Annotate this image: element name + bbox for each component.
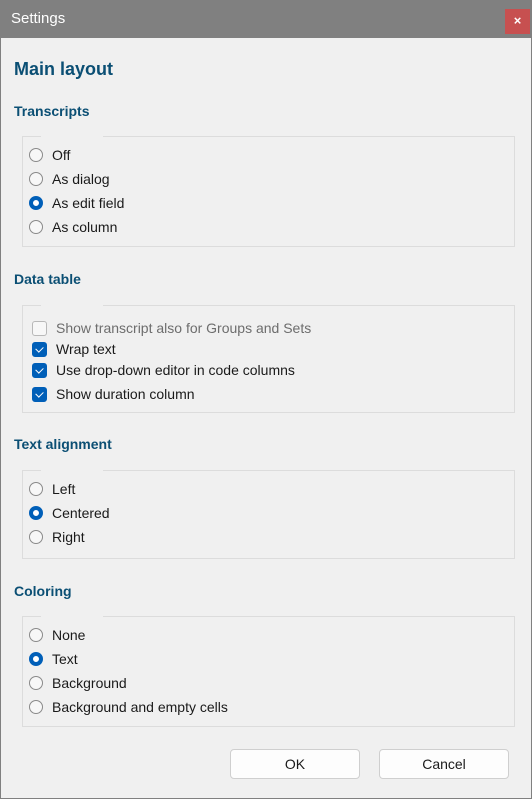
radio-align-centered[interactable]: Centered bbox=[29, 503, 110, 523]
checkbox-checked-icon[interactable] bbox=[32, 362, 47, 378]
radio-icon[interactable] bbox=[29, 172, 43, 186]
radio-transcripts-as-dialog[interactable]: As dialog bbox=[29, 169, 110, 189]
radio-coloring-background[interactable]: Background bbox=[29, 673, 127, 693]
checkbox-checked-icon[interactable] bbox=[32, 386, 47, 402]
data-table-group: Show transcript also for Groups and Sets… bbox=[22, 305, 515, 413]
checkbox-show-duration-column[interactable]: Show duration column bbox=[32, 384, 195, 404]
coloring-heading: Coloring bbox=[14, 583, 72, 599]
radio-align-right[interactable]: Right bbox=[29, 527, 85, 547]
radio-icon[interactable] bbox=[29, 482, 43, 496]
radio-coloring-text[interactable]: Text bbox=[29, 649, 78, 669]
window-title: Settings bbox=[11, 10, 66, 27]
close-button[interactable]: × bbox=[505, 9, 530, 34]
radio-selected-icon[interactable] bbox=[29, 652, 43, 666]
radio-icon[interactable] bbox=[29, 148, 43, 162]
radio-selected-icon[interactable] bbox=[29, 506, 43, 520]
radio-icon[interactable] bbox=[29, 676, 43, 690]
transcripts-heading: Transcripts bbox=[14, 103, 90, 119]
radio-icon[interactable] bbox=[29, 220, 43, 234]
close-icon: × bbox=[513, 13, 522, 28]
radio-coloring-background-empty-cells[interactable]: Background and empty cells bbox=[29, 697, 228, 717]
checkbox-wrap-text[interactable]: Wrap text bbox=[32, 339, 116, 359]
radio-selected-icon[interactable] bbox=[29, 196, 43, 210]
text-alignment-group: Left Centered Right bbox=[22, 470, 515, 559]
radio-icon[interactable] bbox=[29, 530, 43, 544]
page-title: Main layout bbox=[14, 59, 114, 79]
radio-transcripts-as-column[interactable]: As column bbox=[29, 217, 117, 237]
title-bar: Settings × bbox=[0, 0, 532, 38]
cancel-button[interactable]: Cancel bbox=[379, 749, 509, 779]
radio-coloring-none[interactable]: None bbox=[29, 625, 85, 645]
text-alignment-heading: Text alignment bbox=[14, 436, 112, 452]
data-table-heading: Data table bbox=[14, 271, 81, 287]
radio-transcripts-off[interactable]: Off bbox=[29, 145, 70, 165]
radio-icon[interactable] bbox=[29, 628, 43, 642]
radio-transcripts-as-edit-field[interactable]: As edit field bbox=[29, 193, 124, 213]
checkbox-checked-icon[interactable] bbox=[32, 341, 47, 357]
radio-align-left[interactable]: Left bbox=[29, 479, 75, 499]
checkbox-show-transcript-groups-sets[interactable]: Show transcript also for Groups and Sets bbox=[32, 318, 311, 338]
radio-icon[interactable] bbox=[29, 700, 43, 714]
transcripts-group: Off As dialog As edit field As column bbox=[22, 136, 515, 247]
ok-button[interactable]: OK bbox=[230, 749, 360, 779]
coloring-group: None Text Background Background and empt… bbox=[22, 616, 515, 727]
checkbox-drop-down-editor[interactable]: Use drop-down editor in code columns bbox=[32, 360, 295, 380]
checkbox-icon[interactable] bbox=[32, 320, 47, 336]
